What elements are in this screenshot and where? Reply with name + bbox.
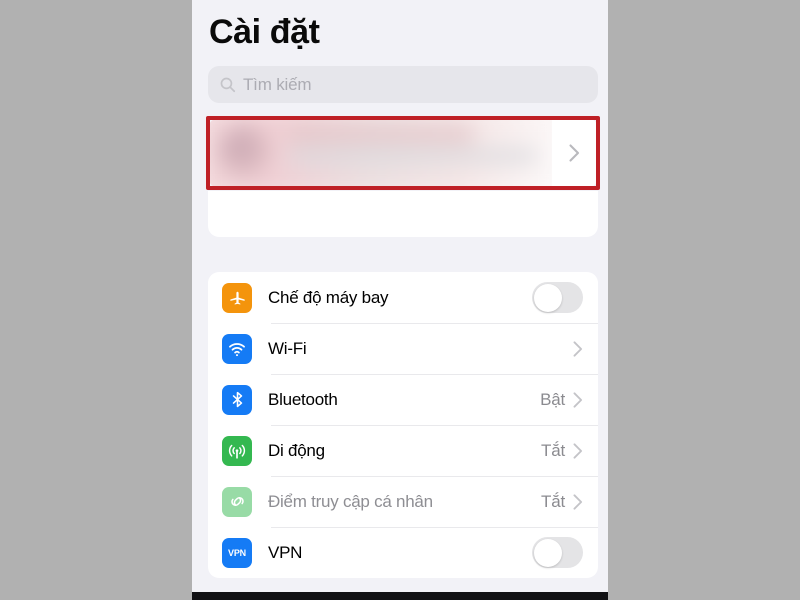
personal-hotspot-icon bbox=[222, 486, 252, 517]
search-placeholder: Tìm kiếm bbox=[243, 74, 312, 94]
cellular-antenna-icon bbox=[222, 435, 252, 466]
settings-row-label: Điểm truy cập cá nhân bbox=[268, 491, 433, 511]
vpn-icon-text: VPN bbox=[228, 547, 246, 558]
chevron-right-icon bbox=[573, 340, 583, 357]
account-name-redacted bbox=[288, 127, 474, 142]
airplane-icon bbox=[222, 282, 252, 313]
settings-row-value: Tắt bbox=[541, 491, 565, 511]
letterbox-bar-right bbox=[608, 0, 800, 600]
settings-row-label: Bluetooth bbox=[268, 389, 338, 409]
settings-row-label: Chế độ máy bay bbox=[268, 287, 389, 307]
wifi-icon bbox=[222, 333, 252, 364]
chevron-right-icon bbox=[573, 391, 583, 408]
vpn-toggle[interactable] bbox=[532, 537, 583, 568]
account-subtitle-redacted bbox=[288, 150, 538, 162]
search-input[interactable]: Tìm kiếm bbox=[208, 66, 598, 103]
settings-group-connectivity: Chế độ máy bay Wi-Fi Bluetooth Bật Di độ… bbox=[208, 272, 598, 578]
letterbox-bar-left bbox=[0, 0, 192, 600]
settings-row-label: Wi-Fi bbox=[268, 338, 307, 358]
search-icon bbox=[220, 77, 236, 93]
chevron-right-icon bbox=[573, 442, 583, 459]
avatar bbox=[218, 125, 270, 177]
settings-row-airplane-mode[interactable]: Chế độ máy bay bbox=[208, 272, 598, 323]
settings-row-label: Di động bbox=[268, 440, 325, 460]
bluetooth-icon bbox=[222, 384, 252, 415]
chevron-right-icon bbox=[569, 144, 580, 162]
vpn-icon: VPN bbox=[222, 537, 252, 568]
settings-row-cellular[interactable]: Di động Tắt bbox=[208, 425, 598, 476]
account-secondary-card[interactable] bbox=[208, 191, 598, 237]
settings-row-wifi[interactable]: Wi-Fi bbox=[208, 323, 598, 374]
page-title: Cài đặt bbox=[209, 13, 320, 51]
chevron-right-icon bbox=[573, 493, 583, 510]
phone-screen: Cài đặt Tìm kiếm Chế độ máy bay Wi-Fi Bl… bbox=[192, 0, 608, 600]
settings-row-personal-hotspot[interactable]: Điểm truy cập cá nhân Tắt bbox=[208, 476, 598, 527]
settings-row-vpn[interactable]: VPN VPN bbox=[208, 527, 598, 578]
settings-row-value: Tắt bbox=[541, 440, 565, 460]
settings-row-bluetooth[interactable]: Bluetooth Bật bbox=[208, 374, 598, 425]
apple-id-account-row[interactable] bbox=[208, 118, 598, 188]
bottom-edge-strip bbox=[192, 592, 608, 600]
redacted-account-content bbox=[208, 118, 552, 188]
settings-row-label: VPN bbox=[268, 542, 303, 562]
screenshot-root: Cài đặt Tìm kiếm Chế độ máy bay Wi-Fi Bl… bbox=[0, 0, 800, 600]
settings-row-value: Bật bbox=[540, 389, 565, 409]
airplane-mode-toggle[interactable] bbox=[532, 282, 583, 313]
